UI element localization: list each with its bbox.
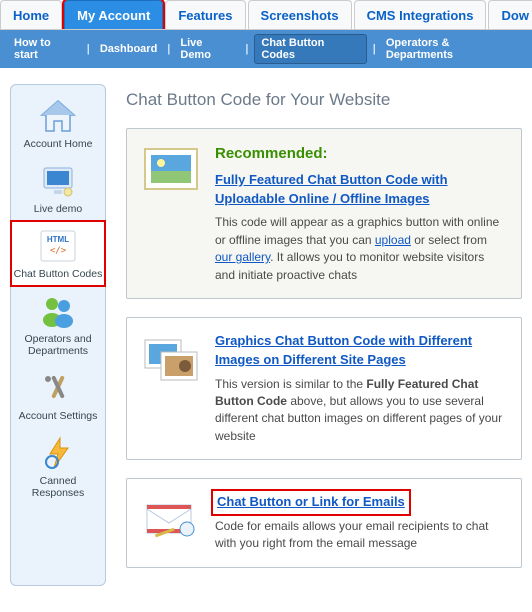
- card-description: Code for emails allows your email recipi…: [215, 518, 507, 553]
- subnav-how-to-start[interactable]: How to start: [10, 35, 81, 63]
- sidebar-item-label: Live demo: [13, 203, 103, 215]
- sidebar-item-account-home[interactable]: Account Home: [11, 91, 105, 156]
- link-fully-featured[interactable]: Fully Featured Chat Button Code with Upl…: [215, 171, 507, 209]
- card-description: This code will appear as a graphics butt…: [215, 214, 507, 284]
- sidebar-item-label: Account Settings: [13, 410, 103, 422]
- users-icon: [36, 292, 80, 330]
- card-description: This version is similar to the Fully Fea…: [215, 376, 507, 446]
- divider: |: [87, 43, 90, 55]
- tab-cms-integrations[interactable]: CMS Integrations: [354, 0, 487, 29]
- subnav-operators-departments[interactable]: Operators & Departments: [382, 35, 522, 63]
- main-content: Chat Button Code for Your Website Recomm…: [126, 84, 522, 586]
- sidebar-item-canned-responses[interactable]: Canned Responses: [11, 428, 105, 505]
- home-icon: [36, 97, 80, 135]
- tab-download[interactable]: Dow: [488, 0, 532, 29]
- html-icon: HTML </>: [36, 227, 80, 265]
- sidebar-item-label: Canned Responses: [13, 475, 103, 499]
- thumbnail-stack-icon: [139, 332, 203, 445]
- tab-features[interactable]: Features: [165, 0, 245, 29]
- tab-screenshots[interactable]: Screenshots: [248, 0, 352, 29]
- link-our-gallery[interactable]: our gallery: [215, 250, 270, 264]
- link-upload[interactable]: upload: [375, 233, 411, 247]
- thumbnail-envelope-icon: [139, 493, 203, 553]
- svg-text:HTML: HTML: [47, 235, 69, 244]
- subnav-live-demo[interactable]: Live Demo: [176, 35, 239, 63]
- tab-home[interactable]: Home: [0, 0, 62, 29]
- link-graphics-code[interactable]: Graphics Chat Button Code with Different…: [215, 332, 507, 370]
- tab-my-account[interactable]: My Account: [64, 0, 163, 29]
- link-email-chat-button[interactable]: Chat Button or Link for Emails: [215, 493, 407, 512]
- sidebar: Account Home Live demo HTML </> Chat Butt…: [10, 84, 106, 586]
- sub-nav: How to start | Dashboard | Live Demo | C…: [0, 30, 532, 68]
- top-nav: Home My Account Features Screenshots CMS…: [0, 0, 532, 30]
- page-title: Chat Button Code for Your Website: [126, 90, 522, 110]
- card-recommended: Recommended: Fully Featured Chat Button …: [126, 128, 522, 299]
- recommended-label: Recommended:: [215, 143, 507, 165]
- thumbnail-frame-icon: [139, 143, 203, 284]
- sidebar-item-chat-button-codes[interactable]: HTML </> Chat Button Codes: [11, 221, 105, 286]
- card-email: Chat Button or Link for Emails Code for …: [126, 478, 522, 568]
- tools-icon: [36, 369, 80, 407]
- sidebar-item-live-demo[interactable]: Live demo: [11, 156, 105, 221]
- sidebar-item-account-settings[interactable]: Account Settings: [11, 363, 105, 428]
- sidebar-item-label: Account Home: [13, 138, 103, 150]
- divider: |: [245, 43, 248, 55]
- subnav-chat-button-codes[interactable]: Chat Button Codes: [254, 34, 366, 64]
- card-graphics: Graphics Chat Button Code with Different…: [126, 317, 522, 460]
- subnav-dashboard[interactable]: Dashboard: [96, 41, 161, 57]
- sidebar-item-operators-departments[interactable]: Operators and Departments: [11, 286, 105, 363]
- sidebar-item-label: Chat Button Codes: [13, 268, 103, 280]
- svg-text:</>: </>: [50, 246, 67, 256]
- sidebar-item-label: Operators and Departments: [13, 333, 103, 357]
- divider: |: [373, 43, 376, 55]
- monitor-icon: [36, 162, 80, 200]
- lightning-icon: [36, 434, 80, 472]
- divider: |: [167, 43, 170, 55]
